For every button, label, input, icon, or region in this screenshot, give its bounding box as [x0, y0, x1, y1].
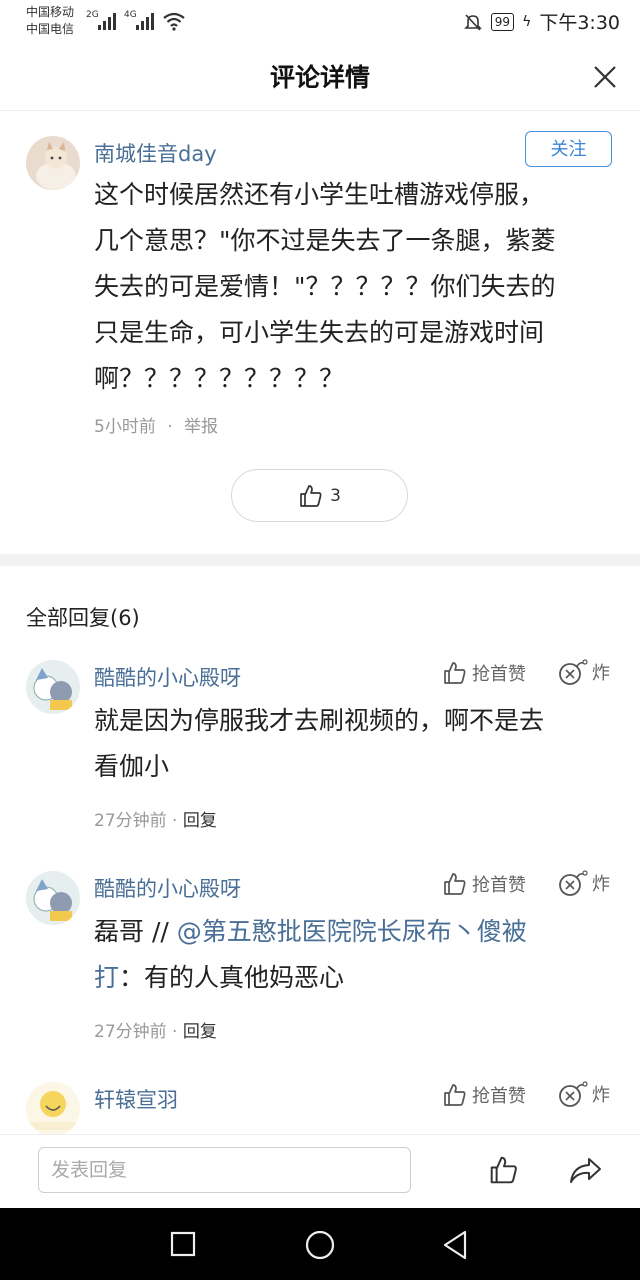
reply-prefix: 磊哥 //	[94, 917, 177, 946]
avatar[interactable]	[26, 660, 80, 714]
nav-square-icon[interactable]	[170, 1231, 196, 1257]
comment-line: 只是生命，可小学生失去的可是游戏时间	[94, 318, 545, 347]
share-icon[interactable]	[567, 1154, 603, 1186]
reply-username[interactable]: 酷酷的小心殿呀	[94, 662, 241, 692]
reply-link[interactable]: 回复	[183, 811, 217, 831]
page-title: 评论详情	[269, 63, 370, 92]
wifi-icon	[163, 12, 185, 31]
reply-meta: 27分钟前 · 回复	[94, 806, 217, 831]
status-bar: 中国移动 中国电信 2G 4G 99 ϟ 下午3:30	[0, 0, 640, 44]
thumb-up-icon	[444, 1084, 466, 1106]
thumb-up-icon	[300, 484, 322, 507]
charging-icon: ϟ	[522, 13, 532, 30]
like-label: 抢首赞	[472, 1086, 526, 1107]
reply-text: 磊哥 // @第五憨批医院院长尿布丶傻被 打：有的人真他妈恶心	[94, 909, 624, 1001]
reply-like-button[interactable]: 抢首赞	[442, 660, 526, 686]
signal-icon	[136, 12, 156, 30]
comment-meta: 5小时前 · 举报	[94, 412, 218, 437]
comment-line: 这个时候居然还有小学生吐槽游戏停服，	[94, 180, 545, 209]
avatar[interactable]	[26, 871, 80, 925]
reply-username[interactable]: 轩辕宣羽	[94, 1084, 178, 1114]
avatar[interactable]	[26, 136, 80, 190]
reply-input[interactable]: 发表回复	[38, 1147, 411, 1193]
mute-bell-icon	[463, 13, 482, 31]
reply-username[interactable]: 酷酷的小心殿呀	[94, 873, 241, 903]
reply-time: 27分钟前	[94, 1022, 167, 1042]
like-label: 抢首赞	[472, 875, 526, 896]
reply-suffix: ：有的人真他妈恶心	[119, 963, 345, 992]
comment-time: 5小时前	[94, 417, 156, 437]
comment-line: 几个意思？"你不过是失去了一条腿，紫菱	[94, 226, 556, 255]
reply-line: 看伽小	[94, 752, 170, 781]
follow-button[interactable]: 关注	[525, 131, 612, 167]
bomb-label: 炸	[592, 1085, 610, 1106]
meta-dot: ·	[172, 811, 178, 831]
bomb-button[interactable]: 炸	[558, 869, 610, 897]
meta-dot: ·	[167, 417, 173, 437]
bomb-icon	[559, 870, 588, 896]
avatar[interactable]	[26, 1082, 80, 1136]
nav-back-icon[interactable]	[441, 1229, 469, 1261]
reply-meta: 27分钟前 · 回复	[94, 1017, 217, 1042]
reply-time: 27分钟前	[94, 811, 167, 831]
comment-text: 这个时候居然还有小学生吐槽游戏停服， 几个意思？"你不过是失去了一条腿，紫菱 失…	[94, 172, 624, 402]
mention-link-cont[interactable]: 打	[94, 963, 119, 992]
bomb-button[interactable]: 炸	[558, 1080, 610, 1108]
header: 评论详情	[0, 44, 640, 111]
nav-circle-icon[interactable]	[304, 1229, 336, 1261]
section-separator	[0, 554, 640, 566]
comment-line: 失去的可是爱情！"？？？？？你们失去的	[94, 272, 556, 301]
signal-icon	[98, 12, 118, 30]
carrier-info: 中国移动 中国电信	[26, 4, 74, 38]
carrier-1: 中国移动	[26, 5, 75, 19]
meta-dot: ·	[172, 1022, 178, 1042]
comment-line: 啊？？？？？？？？？	[94, 364, 345, 393]
thumb-up-icon	[444, 873, 466, 895]
thumb-up-icon	[444, 662, 466, 684]
reply-line: 就是因为停服我才去刷视频的，啊不是去	[94, 706, 545, 735]
bomb-label: 炸	[592, 663, 610, 684]
close-icon[interactable]	[592, 64, 618, 90]
bomb-label: 炸	[592, 874, 610, 895]
carrier-2: 中国电信	[26, 22, 75, 36]
like-label: 抢首赞	[472, 664, 526, 685]
system-nav-bar	[0, 1208, 640, 1280]
replies-title: 全部回复(6)	[26, 606, 140, 630]
thumb-up-icon[interactable]	[488, 1154, 520, 1186]
like-count: 3	[330, 485, 341, 506]
reply-like-button[interactable]: 抢首赞	[442, 871, 526, 897]
network-2g: 2G	[86, 10, 99, 20]
network-4g: 4G	[124, 10, 137, 20]
bomb-icon	[559, 1081, 588, 1107]
like-button[interactable]: 3	[231, 469, 408, 522]
comment-username[interactable]: 南城佳音day	[94, 138, 217, 168]
mention-link[interactable]: @第五憨批医院院长尿布丶傻被	[177, 917, 527, 946]
bomb-button[interactable]: 炸	[558, 658, 610, 686]
clock: 下午3:30	[539, 12, 620, 34]
reply-text: 就是因为停服我才去刷视频的，啊不是去 看伽小	[94, 698, 624, 790]
battery-level: 99	[490, 12, 515, 31]
status-right: 99 ϟ 下午3:30	[463, 8, 620, 35]
bomb-icon	[559, 659, 588, 685]
reply-link[interactable]: 回复	[183, 1022, 217, 1042]
report-link[interactable]: 举报	[184, 417, 218, 437]
reply-like-button[interactable]: 抢首赞	[442, 1082, 526, 1108]
